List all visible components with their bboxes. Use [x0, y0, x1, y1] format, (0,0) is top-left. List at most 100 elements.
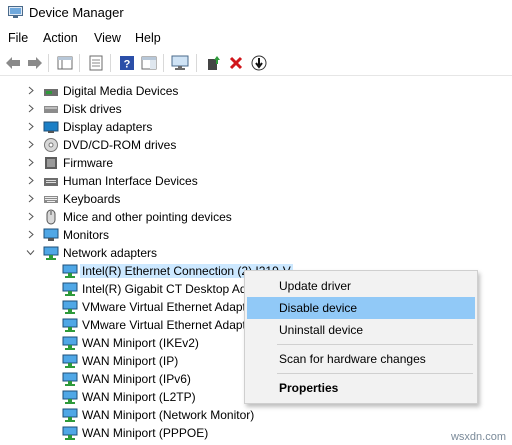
network-adapter-icon — [62, 264, 78, 278]
back-icon[interactable] — [3, 53, 23, 73]
chevron-right-icon[interactable] — [27, 86, 36, 95]
chevron-right-icon[interactable] — [27, 230, 36, 239]
menu-item-label: Disable device — [279, 301, 358, 315]
tree-item-label: Keyboards — [63, 192, 121, 206]
menu-item-label: Properties — [279, 381, 339, 395]
network-adapter-icon — [62, 300, 78, 314]
network-adapter-icon — [62, 336, 78, 350]
tree-item-label: Disk drives — [63, 102, 122, 116]
monitor-icon — [43, 228, 59, 241]
network-adapter-icon — [62, 318, 78, 332]
chevron-right-icon[interactable] — [27, 212, 36, 221]
tree-item-label: Firmware — [63, 156, 113, 170]
scan-hardware-menu-item[interactable]: Scan for hardware changes — [247, 348, 475, 370]
tree-item-monitors[interactable]: Monitors — [0, 226, 512, 244]
network-adapter-icon — [62, 354, 78, 368]
disable-icon[interactable] — [249, 53, 269, 73]
tree-item-label: VMware Virtual Ethernet Adapt — [82, 318, 246, 332]
tree-item-label: VMware Virtual Ethernet Adapt — [82, 300, 246, 314]
toolbar: ? — [0, 50, 512, 76]
tree-item-digital-media-devices[interactable]: Digital Media Devices — [0, 82, 512, 100]
menu-bar: File Action View Help — [0, 28, 512, 48]
toolbar-separator — [110, 54, 111, 72]
properties-menu-item[interactable]: Properties — [247, 377, 475, 399]
tree-item-label: WAN Miniport (IPv6) — [82, 372, 191, 386]
tree-item-label: Monitors — [63, 228, 110, 242]
chevron-down-icon[interactable] — [26, 248, 35, 257]
chevron-right-icon[interactable] — [27, 122, 36, 131]
help-icon[interactable]: ? — [117, 53, 137, 73]
tree-item-label: Display adapters — [63, 120, 153, 134]
show-hide-console-tree-icon[interactable] — [55, 53, 75, 73]
hid-icon — [44, 178, 58, 186]
menu-action[interactable]: Action — [43, 31, 78, 45]
tree-item-wan-pppoe[interactable]: WAN Miniport (PPPOE) — [0, 424, 512, 442]
chevron-right-icon[interactable] — [27, 104, 36, 113]
menu-separator — [277, 344, 473, 345]
chevron-right-icon[interactable] — [27, 176, 36, 185]
network-adapter-icon — [62, 372, 78, 386]
network-adapter-icon — [62, 426, 78, 440]
window-title: Device Manager — [29, 5, 124, 20]
tree-item-label: DVD/CD-ROM drives — [63, 138, 177, 152]
menu-item-label: Scan for hardware changes — [279, 352, 426, 366]
tree-item-wan-network-monitor[interactable]: WAN Miniport (Network Monitor) — [0, 406, 512, 424]
disable-device-menu-item[interactable]: Disable device — [247, 297, 475, 319]
network-adapter-icon — [62, 390, 78, 404]
menu-item-label: Update driver — [279, 279, 352, 293]
toolbar-separator — [48, 54, 49, 72]
tree-item-label: WAN Miniport (IKEv2) — [82, 336, 199, 350]
title-bar: Device Manager — [0, 0, 512, 26]
tree-item-human-interface-devices[interactable]: Human Interface Devices — [0, 172, 512, 190]
tree-item-label: Intel(R) Gigabit CT Desktop Ad — [82, 282, 247, 296]
tree-item-dvd-cd-rom-drives[interactable]: DVD/CD-ROM drives — [0, 136, 512, 154]
tree-item-label: Mice and other pointing devices — [63, 210, 232, 224]
tree-item-label: WAN Miniport (PPPOE) — [82, 426, 209, 440]
tree-item-label: Human Interface Devices — [63, 174, 198, 188]
watermark: wsxdn.com — [450, 431, 506, 443]
digital-media-icon — [44, 89, 58, 96]
dvd-drive-icon — [44, 138, 58, 152]
uninstall-icon[interactable] — [226, 53, 246, 73]
chevron-right-icon[interactable] — [27, 158, 36, 167]
mouse-icon — [46, 209, 56, 225]
tree-item-disk-drives[interactable]: Disk drives — [0, 100, 512, 118]
chevron-right-icon[interactable] — [27, 140, 36, 149]
tree-item-display-adapters[interactable]: Display adapters — [0, 118, 512, 136]
menu-file[interactable]: File — [8, 31, 28, 45]
tree-item-label: Digital Media Devices — [63, 84, 179, 98]
toolbar-separator — [163, 54, 164, 72]
action-pane-icon[interactable] — [139, 53, 159, 73]
network-adapter-icon — [62, 408, 78, 422]
toolbar-separator — [196, 54, 197, 72]
uninstall-device-menu-item[interactable]: Uninstall device — [247, 319, 475, 341]
forward-icon[interactable] — [25, 53, 45, 73]
menu-item-label: Uninstall device — [279, 323, 364, 337]
tree-item-label: Network adapters — [63, 246, 158, 260]
device-manager-icon — [8, 6, 23, 18]
network-adapter-icon — [62, 282, 78, 296]
toolbar-separator — [79, 54, 80, 72]
properties-icon[interactable] — [86, 53, 106, 73]
tree-item-label: WAN Miniport (L2TP) — [82, 390, 196, 404]
display-adapter-icon — [43, 121, 59, 133]
chevron-right-icon[interactable] — [27, 194, 36, 203]
keyboard-icon — [44, 196, 58, 203]
disk-drive-icon — [44, 106, 58, 113]
monitor-icon[interactable] — [170, 53, 190, 73]
menu-view[interactable]: View — [94, 31, 121, 45]
update-driver-icon[interactable] — [203, 53, 223, 73]
tree-item-mice[interactable]: Mice and other pointing devices — [0, 208, 512, 226]
firmware-icon — [45, 157, 57, 169]
update-driver-menu-item[interactable]: Update driver — [247, 275, 475, 297]
tree-item-keyboards[interactable]: Keyboards — [0, 190, 512, 208]
context-menu: Update driver Disable device Uninstall d… — [244, 270, 478, 404]
tree-item-label: WAN Miniport (IP) — [82, 354, 179, 368]
network-adapter-icon — [43, 246, 59, 260]
tree-item-label: WAN Miniport (Network Monitor) — [82, 408, 255, 422]
svg-text:?: ? — [124, 59, 131, 71]
tree-item-firmware[interactable]: Firmware — [0, 154, 512, 172]
tree-item-network-adapters[interactable]: Network adapters — [0, 244, 512, 262]
menu-help[interactable]: Help — [135, 31, 161, 45]
menu-separator — [277, 373, 473, 374]
